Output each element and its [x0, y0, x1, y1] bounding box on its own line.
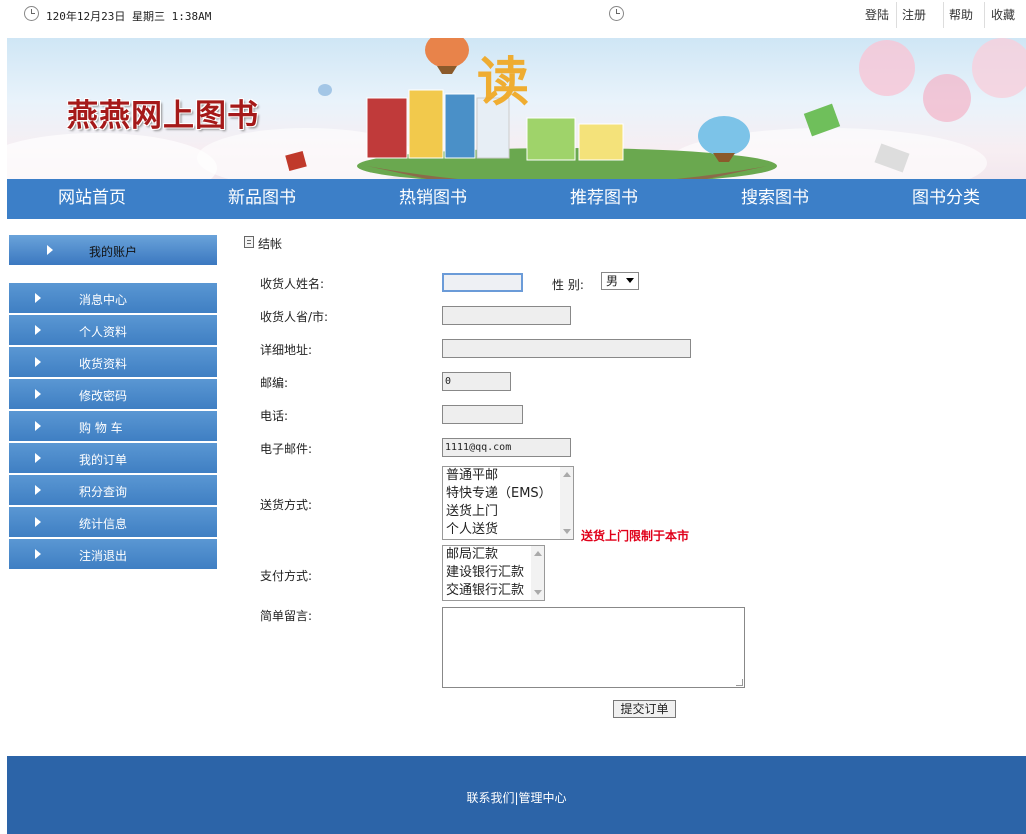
footer: 联系我们|管理中心	[7, 756, 1026, 834]
clock-icon	[24, 6, 39, 21]
sidebar-header-label: 我的账户	[89, 245, 138, 259]
address-input[interactable]	[442, 339, 691, 358]
list-item[interactable]: 特快专递（EMS）	[443, 485, 573, 503]
sidebar-item-logout[interactable]: 注消退出	[9, 539, 217, 569]
delivery-note: 送货上门限制于本市	[581, 529, 690, 543]
resize-handle-icon[interactable]	[736, 679, 743, 686]
sidebar-item-label: 购 物 车	[79, 421, 123, 435]
sidebar-item-my-orders[interactable]: 我的订单	[9, 443, 217, 473]
sidebar-item-change-password[interactable]: 修改密码	[9, 379, 217, 409]
divider	[984, 2, 985, 28]
gender-label: 性 别:	[552, 278, 584, 292]
payment-listbox[interactable]: 邮局汇款 建设银行汇款 交通银行汇款	[442, 545, 545, 601]
scrollbar[interactable]	[560, 467, 573, 539]
footer-links[interactable]: 联系我们|管理中心	[7, 789, 1026, 806]
list-item[interactable]: 送货上门	[443, 503, 573, 521]
sidebar-item-statistics[interactable]: 统计信息	[9, 507, 217, 537]
message-label: 简单留言:	[260, 609, 313, 623]
arrow-right-icon	[35, 421, 41, 431]
address-label: 详细地址:	[260, 343, 313, 357]
scroll-up-icon	[534, 551, 542, 556]
register-link[interactable]: 注册	[902, 6, 926, 23]
arrow-right-icon	[35, 325, 41, 335]
arrow-right-icon	[35, 293, 41, 303]
site-title: 燕燕网上图书	[67, 98, 259, 134]
gender-select[interactable]: 男	[601, 272, 639, 290]
sidebar-item-shipping-info[interactable]: 收货资料	[9, 347, 217, 377]
delivery-listbox[interactable]: 普通平邮 特快专递（EMS） 送货上门 个人送货	[442, 466, 574, 540]
arrow-right-icon	[35, 389, 41, 399]
payment-label: 支付方式:	[260, 569, 313, 583]
sidebar-item-label: 积分查询	[79, 485, 128, 499]
nav-book-categories[interactable]: 图书分类	[876, 179, 1016, 219]
list-item[interactable]: 普通平邮	[443, 467, 573, 485]
province-input[interactable]	[442, 306, 571, 325]
email-input[interactable]: 1111@qq.com	[442, 438, 571, 457]
list-item[interactable]: 邮局汇款	[443, 546, 544, 564]
top-bar: 120年12月23日 星期三 1:38AM 登陆 注册 帮助 收藏	[0, 0, 1026, 30]
arrow-right-icon	[35, 549, 41, 559]
login-link[interactable]: 登陆	[865, 6, 889, 23]
name-label: 收货人姓名:	[260, 277, 325, 291]
arrow-right-icon	[35, 517, 41, 527]
sidebar-item-label: 修改密码	[79, 389, 128, 403]
nav-hot-books[interactable]: 热销图书	[363, 179, 503, 219]
zip-label: 邮编:	[260, 376, 289, 390]
submit-order-button[interactable]: 提交订单	[613, 700, 676, 718]
scroll-down-icon	[563, 529, 571, 534]
sidebar-item-label: 注消退出	[79, 549, 128, 563]
delivery-label: 送货方式:	[260, 498, 313, 512]
sidebar-item-label: 个人资料	[79, 325, 128, 339]
sidebar-item-label: 消息中心	[79, 293, 128, 307]
sidebar-item-label: 收货资料	[79, 357, 128, 371]
document-icon	[244, 236, 254, 248]
help-link[interactable]: 帮助	[949, 6, 973, 23]
email-label: 电子邮件:	[260, 442, 313, 456]
arrow-right-icon	[35, 357, 41, 367]
zip-input[interactable]: 0	[442, 372, 511, 391]
message-textarea[interactable]	[442, 607, 745, 688]
phone-input[interactable]	[442, 405, 523, 424]
scroll-down-icon	[534, 590, 542, 595]
nav-recommended-books[interactable]: 推荐图书	[534, 179, 674, 219]
page-title: 结帐	[258, 237, 283, 251]
sidebar-item-label: 统计信息	[79, 517, 128, 531]
name-input[interactable]	[442, 273, 523, 292]
sidebar-item-label: 我的订单	[79, 453, 128, 467]
sidebar-item-profile[interactable]: 个人资料	[9, 315, 217, 345]
scroll-up-icon	[563, 472, 571, 477]
nav-home[interactable]: 网站首页	[22, 179, 162, 219]
svg-text:读: 读	[477, 52, 529, 113]
sidebar-item-messages[interactable]: 消息中心	[9, 283, 217, 313]
list-item[interactable]: 个人送货	[443, 521, 573, 539]
list-item[interactable]: 建设银行汇款	[443, 564, 544, 582]
list-item[interactable]: 交通银行汇款	[443, 582, 544, 600]
arrow-right-icon	[47, 245, 53, 255]
nav-search-books[interactable]: 搜索图书	[705, 179, 845, 219]
banner: 读 燕燕网上图书	[7, 38, 1026, 179]
sidebar-item-points[interactable]: 积分查询	[9, 475, 217, 505]
gender-select-value: 男	[606, 274, 619, 288]
divider	[896, 2, 897, 28]
scrollbar[interactable]	[531, 546, 544, 600]
favorite-link[interactable]: 收藏	[991, 6, 1015, 23]
clock-icon	[609, 6, 624, 21]
arrow-right-icon	[35, 453, 41, 463]
sidebar-header-my-account[interactable]: 我的账户	[9, 235, 217, 265]
arrow-right-icon	[35, 485, 41, 495]
nav-new-books[interactable]: 新品图书	[192, 179, 332, 219]
divider	[943, 2, 944, 28]
main-nav: 网站首页 新品图书 热销图书 推荐图书 搜索图书 图书分类	[7, 179, 1026, 219]
province-label: 收货人省/市:	[260, 310, 329, 324]
chevron-down-icon	[626, 278, 634, 283]
date-time: 120年12月23日 星期三 1:38AM	[46, 10, 212, 23]
phone-label: 电话:	[260, 409, 289, 423]
sidebar-item-cart[interactable]: 购 物 车	[9, 411, 217, 441]
